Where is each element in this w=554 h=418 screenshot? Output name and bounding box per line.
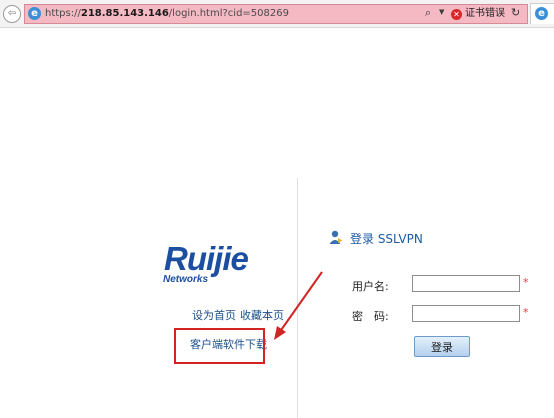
url-host: 218.85.143.146 bbox=[80, 8, 169, 19]
user-icon bbox=[329, 230, 343, 244]
ie-page-icon: e bbox=[28, 7, 41, 20]
error-icon: ✕ bbox=[451, 9, 462, 20]
set-homepage-link[interactable]: 设为首页 bbox=[192, 307, 236, 323]
url-text[interactable]: https://218.85.143.146/login.html?cid=50… bbox=[45, 7, 289, 20]
bookmark-link[interactable]: 收藏本页 bbox=[240, 307, 284, 323]
browser-toolbar: ⇦ e https://218.85.143.146/login.html?ci… bbox=[0, 0, 554, 28]
username-label: 用户名: bbox=[352, 280, 389, 293]
cert-error-text: 证书错误 bbox=[465, 8, 505, 19]
login-button[interactable]: 登录 bbox=[414, 336, 470, 357]
back-button[interactable]: ⇦ bbox=[3, 5, 21, 23]
ruijie-logo: Ruijie Networks bbox=[163, 240, 249, 285]
browser-tab[interactable]: e bbox=[530, 3, 554, 24]
url-prefix: https:// bbox=[45, 8, 81, 19]
password-label: 密 码: bbox=[352, 310, 389, 323]
password-required-mark: * bbox=[523, 306, 529, 319]
address-bar[interactable]: e https://218.85.143.146/login.html?cid=… bbox=[24, 4, 528, 24]
certificate-error-badge[interactable]: ✕ 证书错误 bbox=[451, 7, 505, 20]
annotation-arrow bbox=[274, 271, 323, 340]
tab-ie-icon: e bbox=[535, 7, 548, 20]
refresh-icon[interactable]: ↻ bbox=[511, 6, 520, 19]
logo-subtext: Networks bbox=[163, 274, 208, 285]
username-input[interactable] bbox=[412, 275, 520, 292]
login-title: 登录 SSLVPN bbox=[350, 232, 423, 246]
annotation-highlight-box bbox=[174, 328, 265, 364]
panel-divider bbox=[297, 178, 298, 418]
url-path: /login.html?cid=508269 bbox=[168, 8, 289, 19]
dropdown-icon[interactable]: ▼ bbox=[439, 8, 444, 16]
search-icon[interactable]: ⌕ bbox=[425, 6, 431, 20]
logo-wordmark: Ruijie bbox=[164, 240, 248, 277]
password-input[interactable] bbox=[412, 305, 520, 322]
username-required-mark: * bbox=[523, 276, 529, 289]
